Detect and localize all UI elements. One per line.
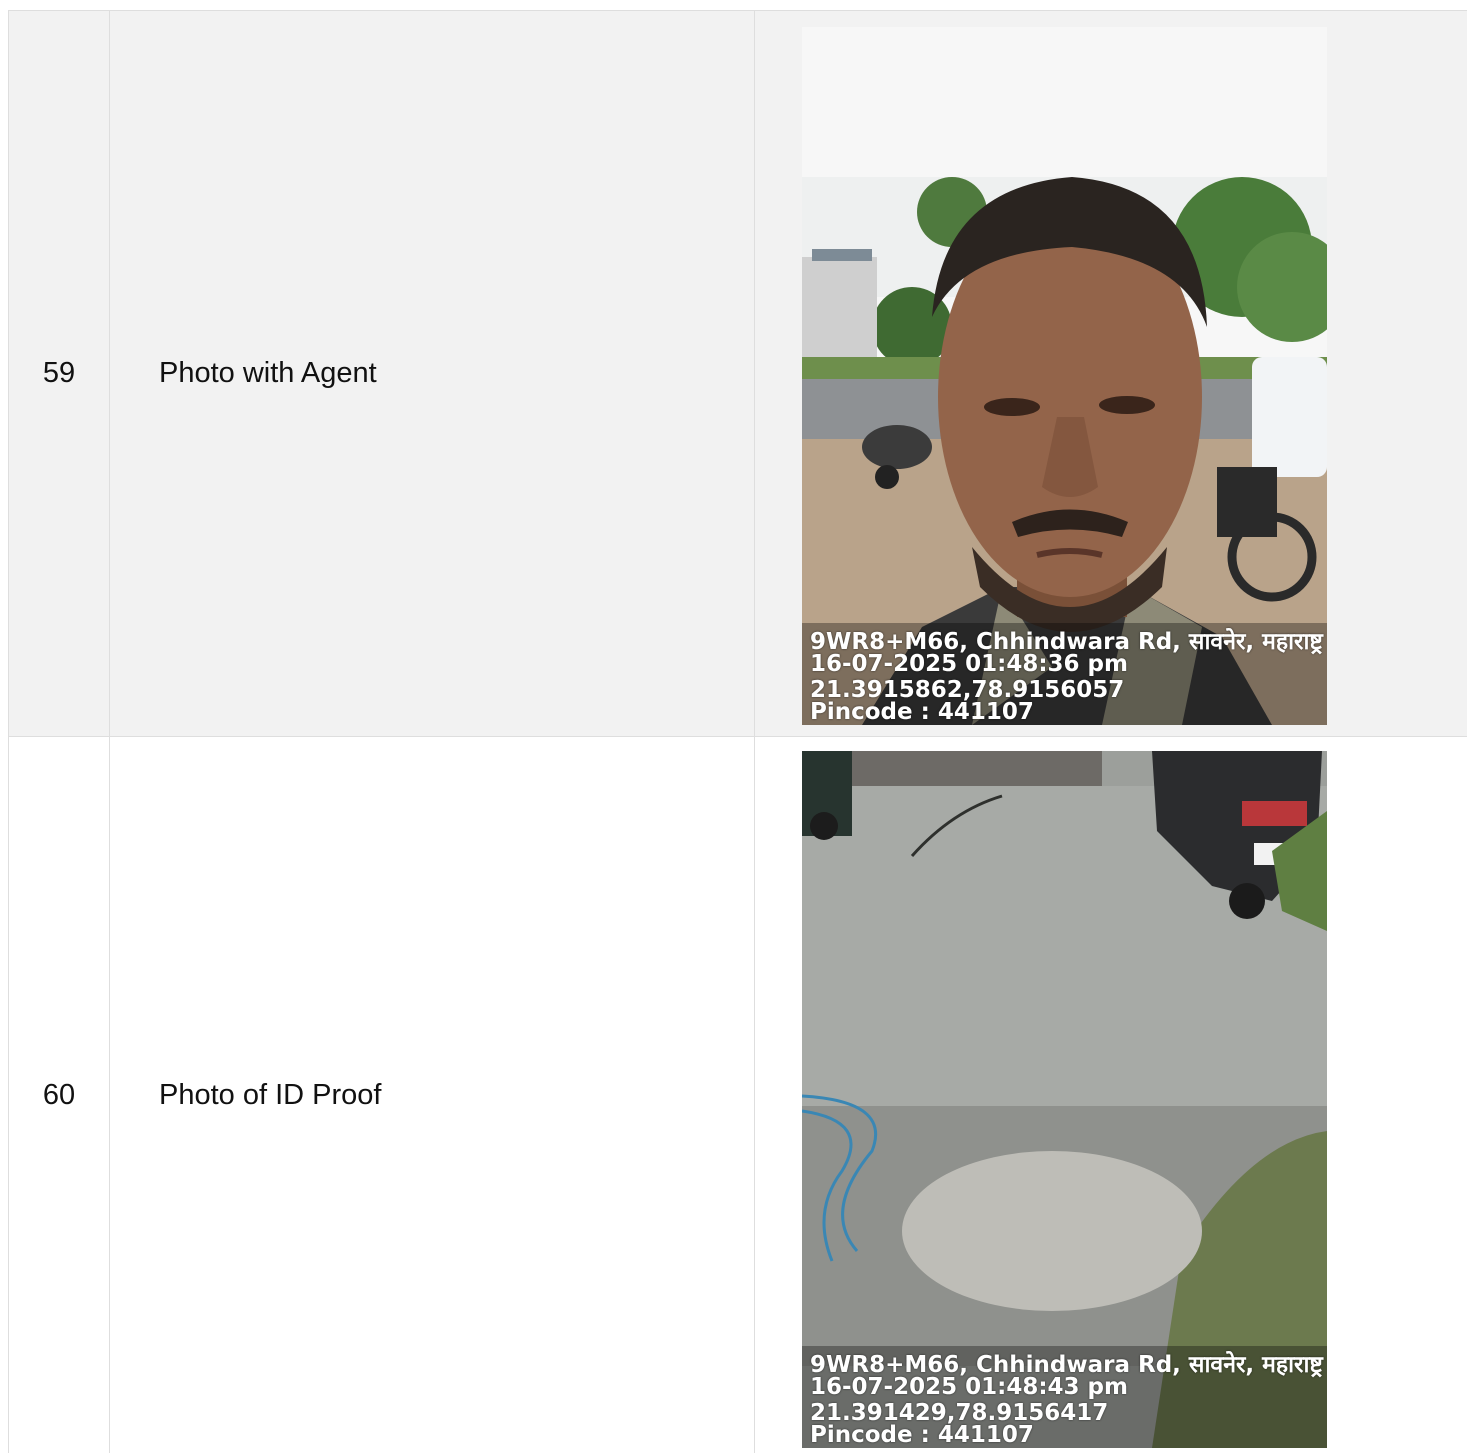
photo-cell: 9WR8+M66, Chhindwara Rd, सावनेर, महाराष्…	[755, 737, 1467, 1453]
stamp-address: 9WR8+M66, Chhindwara Rd, सावनेर, महाराष्…	[810, 629, 1327, 655]
stamp-datetime: 16-07-2025 01:48:43 pm	[810, 1374, 1128, 1400]
selfie-image	[802, 27, 1327, 725]
stamp-pincode: Pincode : 441107	[810, 1422, 1034, 1448]
geo-stamp: 9WR8+M66, Chhindwara Rd, सावनेर, महाराष्…	[802, 1346, 1327, 1448]
ground-image	[802, 751, 1327, 1448]
row-label: Photo with Agent	[110, 11, 755, 736]
stamp-coords: 21.3915862,78.9156057	[810, 677, 1125, 703]
stamp-coords: 21.391429,78.9156417	[810, 1400, 1109, 1426]
agent-selfie-photo[interactable]: 9WR8+M66, Chhindwara Rd, सावनेर, महाराष्…	[802, 27, 1327, 725]
table-row: 60 Photo of ID Proof 9WR8+M66, Chhindwar…	[9, 737, 1467, 1453]
row-label: Photo of ID Proof	[110, 737, 755, 1453]
table-row: 59 Photo with Agent 9WR8+M66, Chhindwara…	[9, 11, 1467, 737]
stamp-datetime: 16-07-2025 01:48:36 pm	[810, 651, 1128, 677]
photo-table: 59 Photo with Agent 9WR8+M66, Chhindwara…	[8, 10, 1467, 1453]
stamp-address: 9WR8+M66, Chhindwara Rd, सावनेर, महाराष्…	[810, 1352, 1327, 1378]
row-number: 60	[9, 737, 110, 1453]
geo-stamp: 9WR8+M66, Chhindwara Rd, सावनेर, महाराष्…	[802, 623, 1327, 725]
stamp-pincode: Pincode : 441107	[810, 699, 1034, 725]
photo-cell: 9WR8+M66, Chhindwara Rd, सावनेर, महाराष्…	[755, 11, 1467, 736]
row-number: 59	[9, 11, 110, 736]
id-proof-photo[interactable]: 9WR8+M66, Chhindwara Rd, सावनेर, महाराष्…	[802, 751, 1327, 1448]
